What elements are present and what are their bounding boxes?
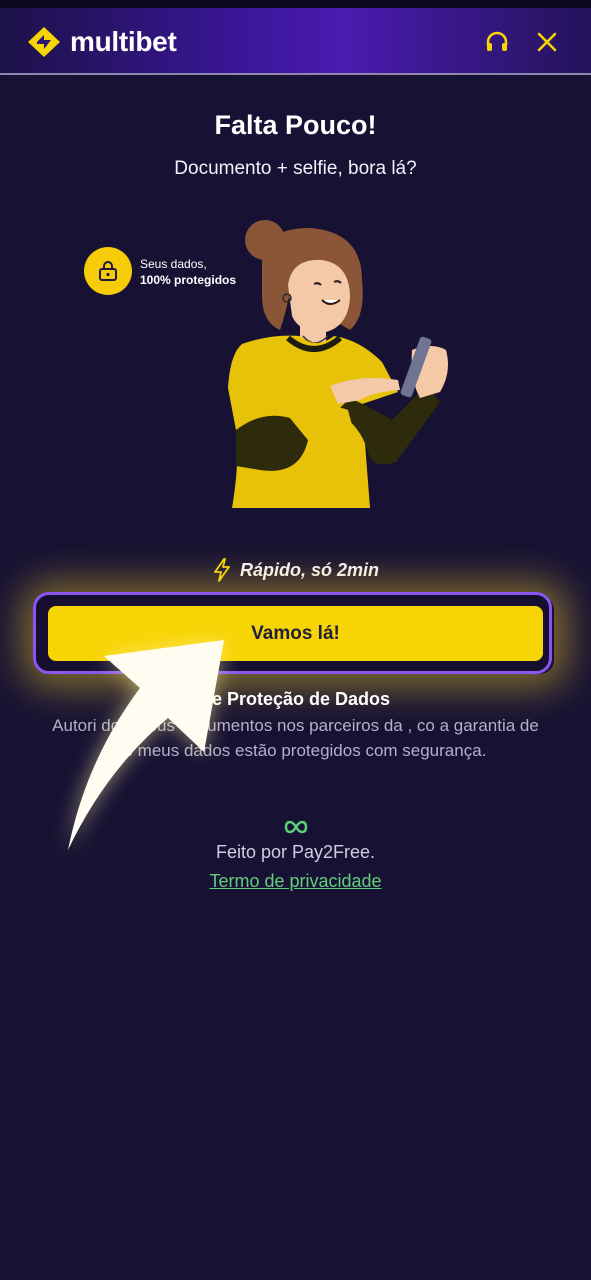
woman-with-phone-illustration [228,220,448,508]
protection-text: Autori dos meus documentos nos parceiros… [52,716,539,760]
top-bar: multibet [0,8,591,75]
made-by-text: Feito por Pay2Free. [215,842,376,862]
brand-name: multibet [70,26,177,57]
multibet-logo-icon [28,27,60,57]
lock-icon [99,261,117,281]
security-badge-text: Seus dados, 100% protegidos [140,256,236,288]
status-strip [0,0,591,8]
speed-info: Rápido, só 2min [0,558,591,582]
security-badge-line1: Seus dados, [140,257,207,271]
security-badge [84,247,132,295]
security-badge-line2: 100% protegidos [140,273,237,287]
lightning-icon [214,558,230,582]
protection-title: de Proteção de Dados [200,689,391,709]
page-title: Falta Pouco! [214,110,377,140]
headset-icon[interactable] [482,27,512,57]
close-icon[interactable] [532,27,562,57]
pay2free-logo-icon [284,820,308,834]
page-subtitle: Documento + selfie, bora lá? [174,158,417,179]
speed-label: Rápido, só 2min [239,559,380,580]
privacy-terms-link[interactable]: Termo de privacidade [0,871,591,892]
brand-logo: multibet [24,24,177,60]
start-verification-button[interactable]: Vamos lá! [48,606,543,661]
